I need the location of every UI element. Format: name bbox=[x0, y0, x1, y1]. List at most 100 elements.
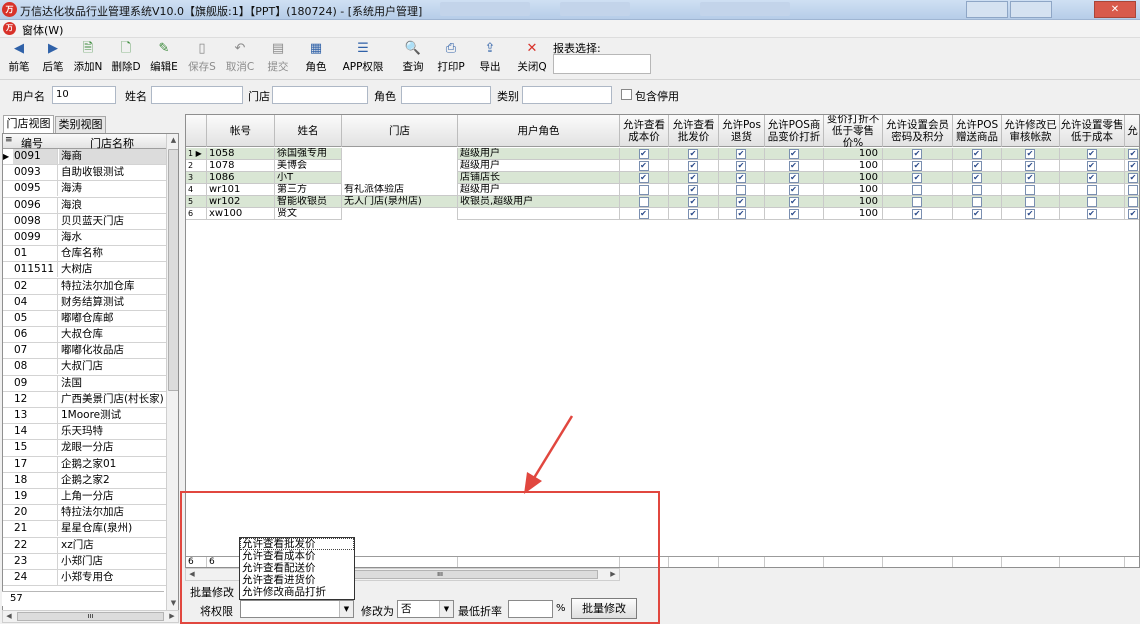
column-header[interactable]: 允许查看批发价 bbox=[669, 115, 719, 147]
discount-rate-cell[interactable]: 100 bbox=[824, 172, 883, 184]
store-row[interactable]: 01 仓库名称 bbox=[3, 246, 166, 263]
permission-checkbox[interactable]: ✔ bbox=[788, 173, 799, 183]
store-row[interactable]: 0099 海水 bbox=[3, 229, 166, 247]
store-row[interactable]: 18 企鹅之家2 bbox=[3, 472, 166, 489]
name-cell[interactable]: 美博会 bbox=[275, 160, 342, 172]
permission-checkbox[interactable]: ✔ bbox=[1086, 149, 1097, 159]
store-cell[interactable]: 无人门店(泉州店) bbox=[342, 196, 458, 208]
store-row[interactable]: 06 大叔仓库 bbox=[3, 327, 166, 344]
store-row[interactable]: 08 大叔门店 bbox=[3, 359, 166, 376]
store-cell[interactable] bbox=[342, 160, 458, 172]
maximize-button[interactable] bbox=[1010, 1, 1052, 18]
store-list-hscrollbar[interactable]: ◀ ııı ▶ bbox=[2, 610, 179, 623]
name-cell[interactable]: 小T bbox=[275, 172, 342, 184]
permission-checkbox[interactable]: ✔ bbox=[688, 173, 698, 183]
close-button[interactable]: ✕ 关闭Q bbox=[515, 39, 549, 77]
permission-checkbox[interactable]: ✔ bbox=[1025, 173, 1035, 183]
export-button[interactable]: ⇪ 导出 bbox=[473, 39, 507, 77]
tab-store-view[interactable]: 门店视图 bbox=[3, 115, 54, 133]
user-row[interactable]: 3 1086 小T 店铺店长 ✔ ✔ ✔ ✔ 100 ✔ ✔ ✔ ✔ ✔ bbox=[186, 172, 1139, 184]
permission-checkbox[interactable]: ✔ bbox=[688, 185, 698, 195]
include-disabled-checkbox[interactable] bbox=[621, 89, 632, 100]
permission-checkbox[interactable] bbox=[1025, 185, 1035, 195]
permission-checkbox[interactable]: ✔ bbox=[912, 209, 922, 219]
permission-checkbox[interactable]: ✔ bbox=[1025, 209, 1035, 219]
app-menu-icon[interactable]: 万 bbox=[3, 22, 16, 35]
username-input[interactable]: 10 bbox=[52, 86, 116, 104]
permission-checkbox[interactable]: ✔ bbox=[971, 149, 982, 159]
permission-checkbox[interactable] bbox=[912, 197, 922, 207]
permission-checkbox[interactable]: ✔ bbox=[971, 209, 982, 219]
name-cell[interactable]: 智能收银员 bbox=[275, 196, 342, 208]
menu-window[interactable]: 窗体(W) bbox=[22, 22, 63, 38]
permission-checkbox[interactable]: ✔ bbox=[912, 161, 922, 171]
print-button[interactable]: ⎙ 打印P bbox=[434, 39, 468, 77]
store-row[interactable]: 21 星星仓库(泉州) bbox=[3, 521, 166, 538]
role-input[interactable] bbox=[401, 86, 491, 104]
store-row[interactable]: 04 财务结算测试 bbox=[3, 294, 166, 311]
scroll-thumb[interactable] bbox=[168, 149, 178, 391]
permission-checkbox[interactable]: ✔ bbox=[638, 149, 649, 159]
permission-checkbox[interactable]: ✔ bbox=[638, 161, 649, 171]
store-input[interactable] bbox=[272, 86, 368, 104]
query-button[interactable]: 🔍 查询 bbox=[396, 39, 430, 77]
permission-checkbox[interactable]: ✔ bbox=[688, 197, 698, 207]
permission-checkbox[interactable]: ✔ bbox=[688, 161, 698, 171]
permission-checkbox[interactable]: ✔ bbox=[1086, 209, 1097, 219]
permission-checkbox[interactable]: ✔ bbox=[1128, 209, 1138, 219]
permission-checkbox[interactable]: ✔ bbox=[736, 149, 746, 159]
permission-checkbox[interactable]: ✔ bbox=[638, 209, 649, 219]
account-cell[interactable]: wr102 bbox=[207, 196, 275, 208]
column-header[interactable]: 变价打折不低于零售价% bbox=[824, 115, 883, 147]
discount-rate-cell[interactable]: 100 bbox=[824, 160, 883, 172]
permission-checkbox[interactable] bbox=[736, 185, 746, 195]
column-header[interactable]: 允许POS商品变价打折 bbox=[765, 115, 824, 147]
column-header[interactable]: 允 bbox=[1125, 115, 1139, 147]
scroll-up-icon[interactable]: ▲ bbox=[167, 134, 178, 147]
permission-checkbox[interactable]: ✔ bbox=[1025, 161, 1035, 171]
role-cell[interactable] bbox=[458, 208, 620, 220]
permission-checkbox[interactable]: ✔ bbox=[788, 197, 799, 207]
name-cell[interactable]: 徐国强专用 bbox=[275, 148, 342, 160]
column-header[interactable]: 姓名 bbox=[275, 115, 342, 147]
store-cell[interactable]: 有礼派体验店 bbox=[342, 184, 458, 196]
name-cell[interactable]: 贤文 bbox=[275, 208, 342, 220]
user-row[interactable]: 4 wr101 第三方 有礼派体验店 超级用户 ✔ ✔ 100 bbox=[186, 184, 1139, 196]
permission-checkbox[interactable]: ✔ bbox=[1128, 161, 1138, 171]
store-row[interactable]: 0095 海涛 bbox=[3, 181, 166, 198]
permission-checkbox[interactable]: ✔ bbox=[971, 161, 982, 171]
permission-checkbox[interactable]: ✔ bbox=[971, 173, 982, 183]
store-row[interactable]: 13 1Moore测试 bbox=[3, 408, 166, 425]
permission-checkbox[interactable]: ✔ bbox=[736, 161, 746, 171]
column-header[interactable]: 用户角色 bbox=[458, 115, 620, 147]
permission-checkbox[interactable]: ✔ bbox=[1025, 149, 1035, 159]
role-cell[interactable]: 超级用户 bbox=[458, 160, 620, 172]
role-button[interactable]: ▦ 角色 bbox=[299, 39, 333, 77]
store-cell[interactable] bbox=[342, 208, 458, 220]
add-button[interactable]: 🗎 添加N bbox=[71, 39, 105, 77]
permission-checkbox[interactable] bbox=[1086, 197, 1097, 207]
role-cell[interactable]: 收银员,超级用户 bbox=[458, 196, 620, 208]
discount-rate-cell[interactable]: 100 bbox=[824, 208, 883, 220]
user-row[interactable]: 6 xw100 贤文 ✔ ✔ ✔ ✔ 100 ✔ ✔ ✔ ✔ ✔ bbox=[186, 208, 1139, 220]
permission-checkbox[interactable] bbox=[638, 197, 649, 207]
store-row[interactable]: 07 嘟嘟化妆品店 bbox=[3, 343, 166, 360]
permission-checkbox[interactable] bbox=[1128, 197, 1138, 207]
store-row[interactable]: 23 小郑门店 bbox=[3, 553, 166, 570]
permission-checkbox[interactable]: ✔ bbox=[788, 209, 799, 219]
permission-checkbox[interactable]: ✔ bbox=[736, 209, 746, 219]
edit-button[interactable]: ✎ 编辑E bbox=[147, 39, 181, 77]
scroll-right-icon[interactable]: ▶ bbox=[166, 611, 178, 622]
permission-checkbox[interactable]: ✔ bbox=[638, 173, 649, 183]
permission-checkbox[interactable]: ✔ bbox=[688, 209, 698, 219]
store-row[interactable]: 24 小郑专用仓 bbox=[3, 569, 166, 587]
store-row[interactable]: 0093 自助收银测试 bbox=[3, 165, 166, 182]
discount-rate-cell[interactable]: 100 bbox=[824, 148, 883, 160]
permission-checkbox[interactable]: ✔ bbox=[1128, 173, 1138, 183]
role-cell[interactable]: 超级用户 bbox=[458, 148, 620, 160]
store-row[interactable]: 15 龙眼一分店 bbox=[3, 440, 166, 457]
permission-checkbox[interactable]: ✔ bbox=[1086, 161, 1097, 171]
grid-menu-icon[interactable]: ≡ bbox=[5, 135, 13, 145]
scroll-left-icon[interactable]: ◀ bbox=[3, 611, 15, 622]
permission-checkbox[interactable]: ✔ bbox=[788, 149, 799, 159]
